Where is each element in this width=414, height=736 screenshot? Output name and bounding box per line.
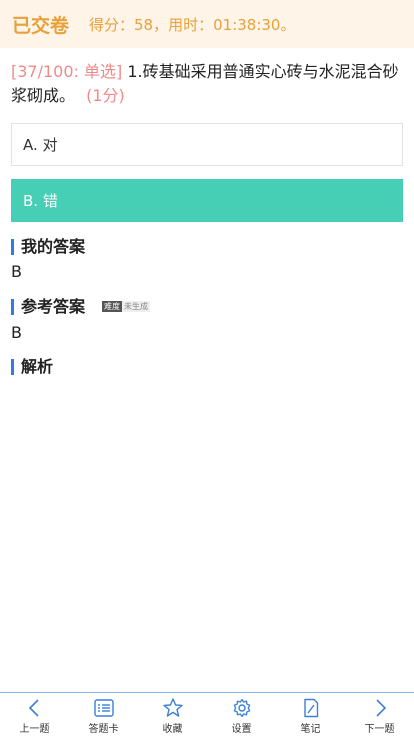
reference-answer-value: B: [11, 323, 22, 342]
prev-question-label: 上一题: [19, 724, 50, 735]
bottom-nav: 上一题 答题卡 收藏 设置 笔记 下一题: [0, 692, 414, 736]
difficulty-value: 未生成: [122, 301, 150, 312]
notes-button[interactable]: 笔记: [276, 693, 345, 736]
my-answer-title: 我的答案: [11, 238, 85, 256]
list-icon: [93, 699, 114, 717]
favorite-label: 收藏: [162, 724, 183, 735]
answer-card-button[interactable]: 答题卡: [69, 693, 138, 736]
option-b-selected[interactable]: B. 错: [11, 179, 403, 222]
result-header: 已交卷 得分：58，用时：01:38:30。: [0, 0, 414, 48]
question-meta: [37/100: 单选]: [11, 62, 123, 81]
favorite-button[interactable]: 收藏: [138, 693, 207, 736]
notes-label: 笔记: [300, 724, 321, 735]
difficulty-badge: 难度 未生成: [102, 301, 150, 312]
prev-question-button[interactable]: 上一题: [0, 693, 69, 736]
score-summary: 得分：58，用时：01:38:30。: [89, 15, 296, 34]
my-answer-value: B: [11, 262, 22, 281]
settings-label: 设置: [231, 724, 252, 735]
chevron-right-icon: [375, 699, 386, 717]
option-a[interactable]: A. 对: [11, 123, 403, 166]
submit-status: 已交卷: [12, 14, 70, 37]
question-points: (1分): [86, 86, 125, 105]
chevron-left-icon: [28, 699, 39, 717]
next-question-label: 下一题: [364, 724, 395, 735]
difficulty-label: 难度: [102, 301, 122, 312]
note-icon: [303, 698, 318, 718]
next-question-button[interactable]: 下一题: [345, 693, 414, 736]
star-icon: [162, 698, 183, 717]
answer-card-label: 答题卡: [88, 724, 119, 735]
option-b-label: B. 错: [23, 192, 58, 210]
settings-button[interactable]: 设置: [207, 693, 276, 736]
option-a-label: A. 对: [23, 136, 58, 154]
analysis-title: 解析: [11, 358, 53, 376]
reference-answer-title: 参考答案: [11, 298, 85, 316]
gear-icon: [233, 698, 250, 718]
question-text: [37/100: 单选] 1.砖基础采用普通实心砖与水泥混合砂浆砌成。 (1分): [11, 60, 403, 108]
